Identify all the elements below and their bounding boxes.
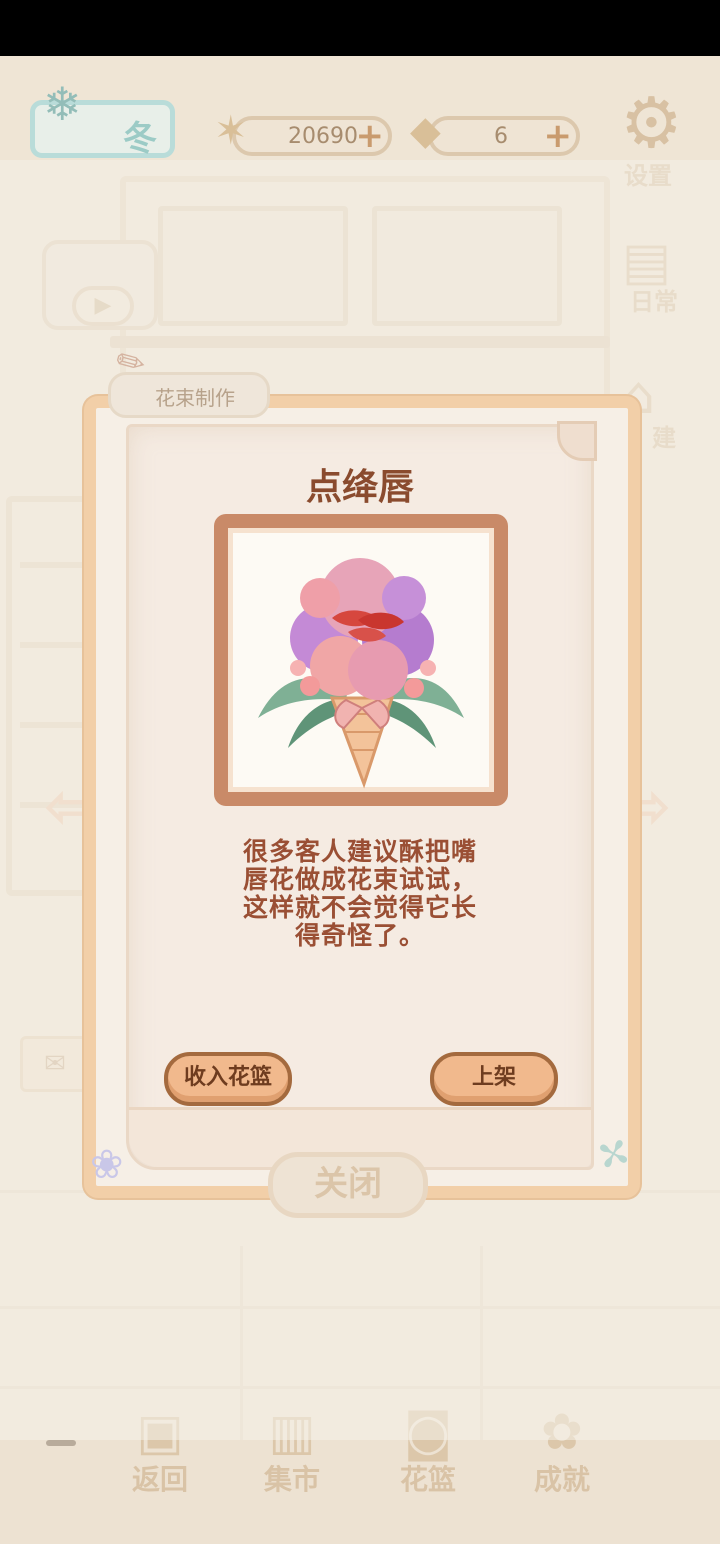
modal-tab-label: 花束制作 (155, 386, 235, 410)
nav-market-label: 集市 (263, 1463, 320, 1496)
butterfly-icon: ❀ (90, 1142, 124, 1188)
nav-basket-label: 花篮 (399, 1463, 456, 1496)
flower-name-title: 点绛唇 (305, 467, 414, 508)
cheese-icon: ◆ (410, 108, 441, 154)
description-line: 这样就不会觉得它长 (242, 893, 477, 922)
add-to-basket-button[interactable]: 收入花篮 (164, 1052, 292, 1106)
season-badge[interactable]: ❄ 冬 (30, 77, 175, 159)
paper-curl (557, 421, 597, 461)
season-label: 冬 (123, 119, 157, 159)
modal-tab: ✎ 花束制作 (108, 339, 270, 418)
bouquet-picture-frame (214, 514, 508, 806)
fish-bone-icon: ✶ (214, 108, 248, 154)
flower-description: 很多客人建议酥把嘴 唇花做成花束试试， 这样就不会觉得它长 得奇怪了。 (200, 838, 520, 950)
status-bar (0, 0, 720, 56)
snow-tree-icon: ❄ (43, 77, 82, 131)
close-button[interactable]: 关闭 (268, 1152, 428, 1218)
gear-icon: ⚙ (620, 82, 683, 164)
description-line: 得奇怪了。 (294, 921, 425, 950)
cheese-counter: ◆ 6 + (410, 108, 580, 156)
bottom-bar (0, 1440, 720, 1544)
cheese-count: 6 (494, 124, 508, 149)
bouquet-illustration (258, 558, 464, 789)
nav-back-label: 返回 (131, 1463, 188, 1496)
add-cheese-button[interactable]: + (544, 118, 573, 154)
description-line: 唇花做成花束试试， (242, 865, 477, 894)
put-on-shelf-button[interactable]: 上架 (430, 1052, 558, 1106)
fish-count: 20690 (288, 124, 358, 149)
fish-counter: ✶ 20690 + (214, 108, 392, 156)
drawer-handle[interactable] (46, 1440, 76, 1446)
nav-achievement-label: 成就 (533, 1463, 590, 1496)
add-fish-button[interactable]: + (356, 118, 385, 154)
description-line: 很多客人建议酥把嘴 (242, 837, 477, 866)
